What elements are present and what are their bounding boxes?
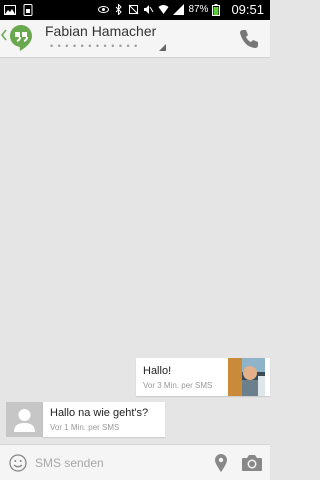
message-timestamp: Vor 1 Min. per SMS bbox=[50, 423, 120, 432]
battery-icon bbox=[212, 4, 223, 16]
wifi-icon bbox=[158, 4, 169, 15]
camera-icon[interactable] bbox=[241, 454, 263, 472]
contact-number[interactable]: • • • • • • • • • • • • bbox=[50, 41, 138, 51]
notification-icons bbox=[4, 3, 34, 16]
mute-icon bbox=[143, 4, 154, 15]
message-text: Hallo na wie geht's? bbox=[50, 407, 149, 419]
bluetooth-icon bbox=[113, 3, 124, 16]
back-chevron-icon[interactable] bbox=[1, 28, 7, 46]
conversation-header: Fabian Hamacher • • • • • • • • • • • • bbox=[0, 20, 270, 58]
sms-input[interactable] bbox=[35, 454, 195, 472]
message-bubble-incoming[interactable]: Hallo na wie geht's? Vor 1 Min. per SMS bbox=[43, 402, 165, 437]
location-icon[interactable] bbox=[214, 453, 228, 473]
system-icons: 87% 09:51 bbox=[98, 2, 264, 17]
no-sim-icon bbox=[128, 4, 139, 15]
avatar-contact[interactable] bbox=[6, 402, 43, 437]
dropdown-icon[interactable] bbox=[159, 44, 166, 51]
message-text: Hallo! bbox=[143, 365, 172, 377]
contact-name[interactable]: Fabian Hamacher bbox=[45, 23, 156, 39]
gallery-icon bbox=[4, 3, 16, 15]
eye-icon bbox=[98, 4, 110, 15]
sim-icon bbox=[22, 3, 34, 16]
emoji-icon[interactable] bbox=[9, 454, 27, 472]
status-bar: 87% 09:51 bbox=[0, 0, 270, 20]
compose-bar bbox=[0, 444, 270, 480]
hangouts-icon[interactable] bbox=[9, 24, 33, 52]
signal-icon bbox=[173, 4, 185, 15]
clock: 09:51 bbox=[231, 2, 264, 17]
battery-percent: 87% bbox=[188, 4, 209, 15]
phone-icon[interactable] bbox=[238, 28, 260, 50]
message-timestamp: Vor 3 Min. per SMS bbox=[143, 381, 213, 390]
avatar-own[interactable] bbox=[228, 358, 265, 396]
